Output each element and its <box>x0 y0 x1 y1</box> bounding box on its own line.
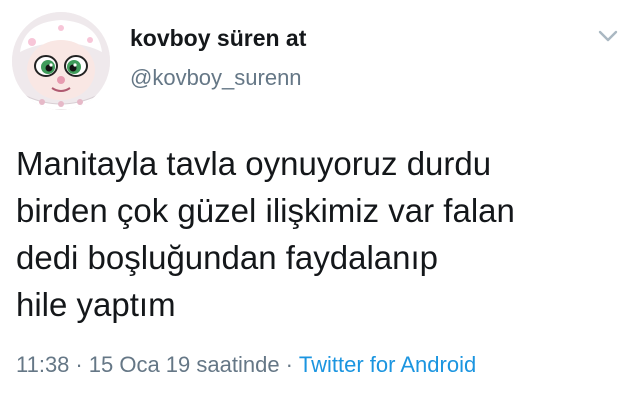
meta-separator: · <box>75 352 83 377</box>
tweet-text: Manitayla tavla oynuyoruz durdu birden ç… <box>16 140 616 328</box>
username-handle[interactable]: @kovboy_surenn <box>130 64 306 92</box>
tweet-time[interactable]: 11:38 <box>16 352 69 377</box>
author-block[interactable]: kovboy süren at @kovboy_surenn <box>130 24 306 92</box>
tweet-text-line: hile yaptım <box>16 286 176 323</box>
tweet-source-link[interactable]: Twitter for Android <box>299 352 476 377</box>
meta-separator: · <box>285 352 293 377</box>
avatar-image <box>12 12 110 110</box>
tweet-date[interactable]: 15 Oca 19 saatinde <box>89 352 280 377</box>
tweet-text-line: dedi boşluğundan faydalanıp <box>16 239 439 276</box>
tweet-card: kovboy süren at @kovboy_surenn Manitayla… <box>0 0 635 400</box>
tweet-text-line: Manitayla tavla oynuyoruz durdu <box>16 145 492 182</box>
tweet-text-line: birden çok güzel ilişkimiz var falan <box>16 192 515 229</box>
avatar[interactable] <box>12 12 110 110</box>
tweet-meta: 11:38 · 15 Oca 19 saatinde · Twitter for And… <box>16 350 476 380</box>
display-name[interactable]: kovboy süren at <box>130 24 306 52</box>
chevron-down-icon[interactable] <box>597 28 619 44</box>
